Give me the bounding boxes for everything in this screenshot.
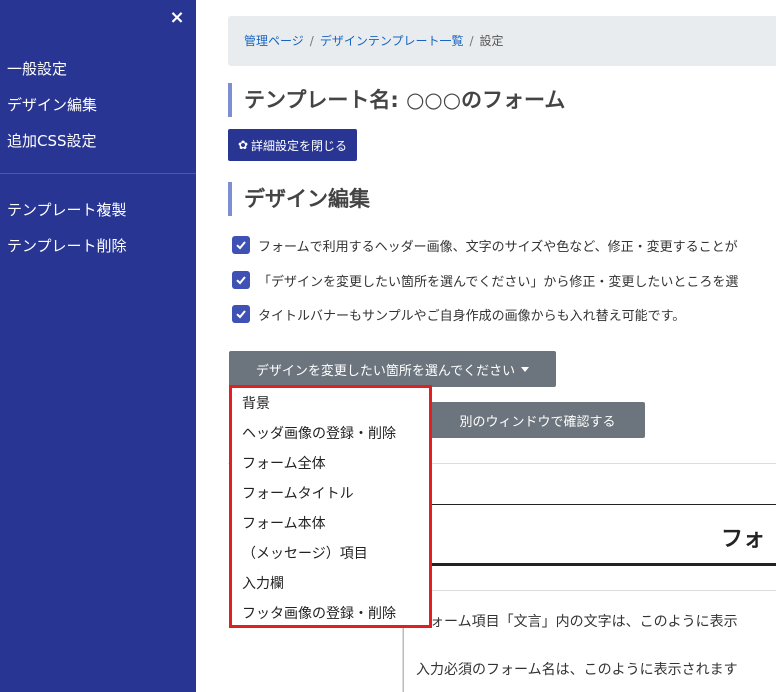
menu-item-background[interactable]: 背景 — [242, 393, 270, 413]
sidebar-divider — [0, 173, 196, 174]
design-edit-heading: デザイン編集 — [228, 182, 370, 216]
sidebar-item-additional-css[interactable]: 追加CSS設定 — [7, 130, 97, 151]
checkbox-checked-icon — [232, 271, 250, 289]
breadcrumb-current: 設定 — [479, 34, 504, 48]
sidebar: × 一般設定 デザイン編集 追加CSS設定 テンプレート複製 テンプレート削除 — [0, 0, 196, 692]
sidebar-item-duplicate-template[interactable]: テンプレート複製 — [7, 199, 127, 220]
preview-text-line: 入力必須のフォーム名は、このように表示されます — [416, 662, 738, 678]
dropdown-label: デザインを変更したい箇所を選んでください — [255, 363, 516, 379]
close-icon[interactable]: × — [168, 8, 186, 28]
note-row: フォームで利用するヘッダー画像、文字のサイズや色など、修正・変更することが — [232, 235, 738, 255]
preview-title-banner: フォ — [403, 504, 776, 566]
design-area-dropdown[interactable]: デザインを変更したい箇所を選んでください — [229, 351, 556, 387]
close-details-button[interactable]: ✿ 詳細設定を閉じる — [228, 129, 357, 161]
sidebar-item-design-edit[interactable]: デザイン編集 — [7, 94, 97, 115]
breadcrumb-link-template-list[interactable]: デザインテンプレート一覧 — [320, 34, 464, 48]
design-area-dropdown-menu: 背景 ヘッダ画像の登録・削除 フォーム全体 フォームタイトル フォーム本体 （メ… — [229, 385, 432, 628]
menu-item-message-field[interactable]: （メッセージ）項目 — [242, 543, 368, 563]
menu-item-whole-form[interactable]: フォーム全体 — [242, 453, 326, 473]
preview-body: フォーム項目「文言」内の文字は、このように表示 入力必須のフォーム名は、このよう… — [403, 591, 776, 692]
caret-down-icon — [521, 366, 530, 372]
menu-item-footer-image[interactable]: フッタ画像の登録・削除 — [242, 603, 396, 623]
note-row: タイトルバナーもサンプルやご自身作成の画像からも入れ替え可能です。 — [232, 304, 685, 324]
menu-item-form-title[interactable]: フォームタイトル — [242, 483, 354, 503]
open-window-button[interactable]: 別のウィンドウで確認する — [430, 402, 645, 438]
breadcrumb-separator: / — [309, 34, 314, 48]
preview-text-line: フォーム項目「文言」内の文字は、このように表示 — [416, 614, 738, 630]
note-text: タイトルバナーもサンプルやご自身作成の画像からも入れ替え可能です。 — [258, 308, 686, 324]
note-text: フォームで利用するヘッダー画像、文字のサイズや色など、修正・変更することが — [258, 239, 738, 255]
close-details-label: 詳細設定を閉じる — [251, 138, 348, 153]
menu-item-header-image[interactable]: ヘッダ画像の登録・削除 — [242, 423, 396, 443]
menu-item-form-body[interactable]: フォーム本体 — [242, 513, 326, 533]
gear-icon: ✿ — [237, 138, 249, 152]
breadcrumb: 管理ページ / デザインテンプレート一覧 / 設定 — [228, 16, 776, 66]
breadcrumb-link-admin[interactable]: 管理ページ — [244, 34, 304, 48]
note-text: 「デザインを変更したい箇所を選んでください」から修正・変更したいところを選 — [258, 274, 739, 290]
breadcrumb-separator: / — [469, 34, 474, 48]
page-title: テンプレート名: ○○○のフォーム — [228, 83, 565, 117]
checkbox-checked-icon — [232, 305, 250, 323]
sidebar-item-delete-template[interactable]: テンプレート削除 — [7, 235, 127, 256]
sidebar-item-general-settings[interactable]: 一般設定 — [7, 58, 67, 79]
menu-item-input-field[interactable]: 入力欄 — [242, 573, 284, 593]
preview-title-text: フォ — [721, 527, 766, 552]
checkbox-checked-icon — [232, 236, 250, 254]
note-row: 「デザインを変更したい箇所を選んでください」から修正・変更したいところを選 — [232, 270, 738, 290]
